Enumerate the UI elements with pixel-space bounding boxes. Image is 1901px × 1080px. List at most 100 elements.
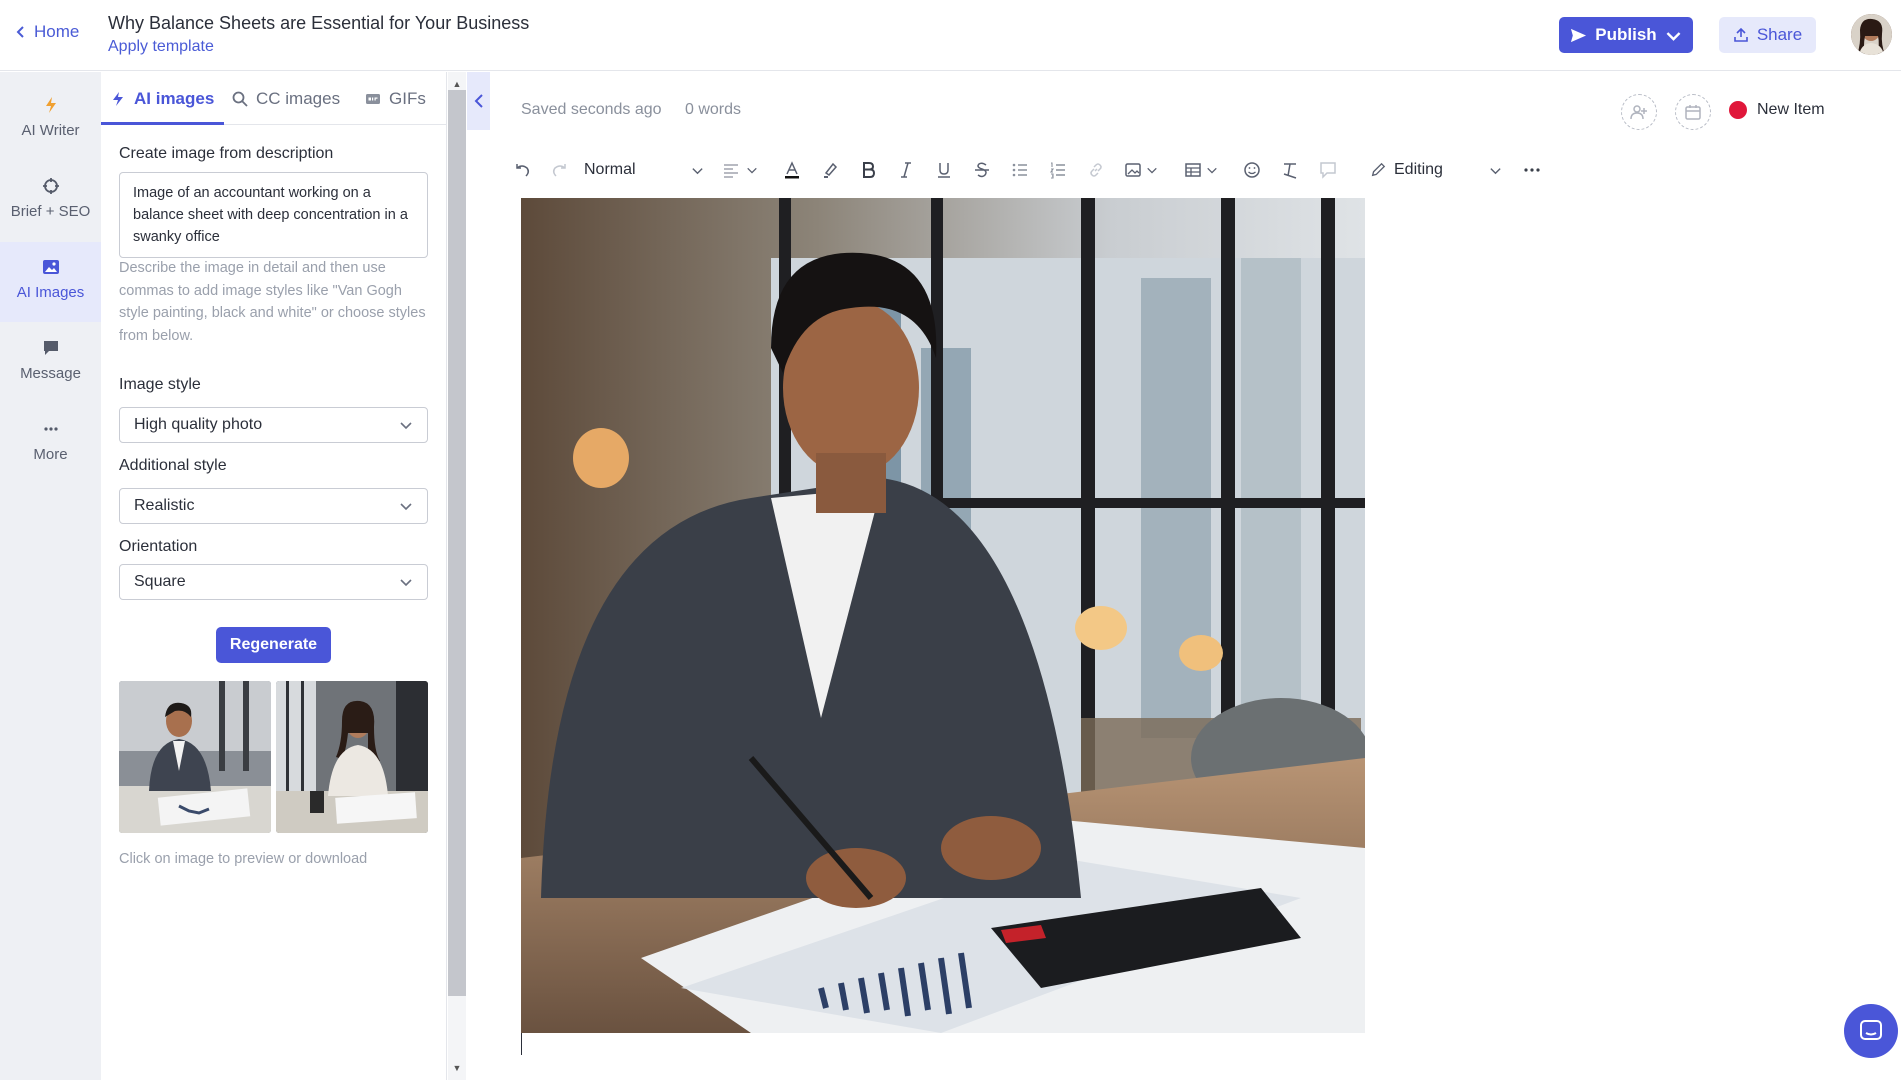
generated-image-thumbnail[interactable] [276, 681, 428, 833]
ai-images-panel: AI images CC images GIFs Create image fr… [101, 72, 447, 1080]
collapse-panel-button[interactable] [467, 72, 490, 130]
scroll-down-arrow[interactable]: ▼ [448, 1060, 466, 1076]
send-icon [1571, 28, 1587, 42]
italic-icon [901, 162, 911, 178]
rail-item-ai-images[interactable]: AI Images [0, 242, 101, 322]
publish-button[interactable]: Publish [1559, 17, 1693, 53]
tab-label: AI images [134, 89, 215, 108]
tab-ai-images[interactable]: AI images [110, 89, 214, 109]
chevron-down-icon [400, 579, 412, 587]
orientation-select[interactable]: Square [119, 564, 428, 600]
image-icon [42, 260, 59, 274]
insert-table-button[interactable] [1180, 155, 1222, 185]
generated-image-thumbnail[interactable] [119, 681, 271, 833]
home-link[interactable]: Home [14, 22, 79, 42]
left-icon-rail: AI Writer Brief + SEO AI Images Message … [0, 72, 101, 1080]
tab-cc-images[interactable]: CC images [232, 89, 340, 109]
highlight-button[interactable] [818, 155, 842, 185]
chevron-down-icon [400, 503, 412, 511]
additional-style-select[interactable]: Realistic [119, 488, 428, 524]
image-description-input[interactable]: Image of an accountant working on a bala… [119, 172, 428, 258]
apply-template-link[interactable]: Apply template [108, 38, 214, 56]
numbered-list-button[interactable] [1048, 155, 1068, 185]
share-label: Share [1756, 25, 1803, 44]
thumbnail-image-woman [276, 681, 428, 833]
inserted-image[interactable] [521, 198, 1365, 1033]
orientation-value: Square [134, 573, 186, 590]
bold-icon [863, 162, 876, 178]
panel-tabs: AI images CC images GIFs [101, 72, 447, 125]
tab-label: CC images [256, 89, 341, 108]
add-user-icon [1630, 105, 1647, 120]
crosshair-icon [42, 178, 59, 194]
strikethrough-button[interactable] [972, 155, 992, 185]
scrollbar-thumb[interactable] [448, 90, 466, 996]
orientation-label: Orientation [119, 538, 198, 555]
chevron-down-icon [400, 422, 412, 430]
bold-button[interactable] [858, 155, 878, 185]
underline-icon [938, 163, 950, 178]
search-icon [232, 91, 248, 107]
undo-icon [516, 164, 530, 177]
rail-label: Brief + SEO [10, 203, 91, 220]
rail-label: More [33, 446, 68, 463]
word-count: 0 words [685, 101, 742, 118]
additional-style-value: Realistic [134, 497, 195, 514]
rail-item-more[interactable]: More [0, 404, 101, 484]
chevron-down-icon [1207, 167, 1217, 174]
more-options-button[interactable] [1522, 155, 1542, 185]
publish-label: Publish [1595, 25, 1657, 44]
status-label: New Item [1757, 101, 1825, 118]
redo-button[interactable] [550, 155, 570, 185]
chevron-down-icon [747, 167, 757, 174]
pencil-icon [1371, 162, 1386, 177]
status-selector[interactable]: New Item [1729, 101, 1825, 119]
underline-button[interactable] [934, 155, 954, 185]
avatar-image [1851, 14, 1892, 55]
text-color-button[interactable] [780, 155, 804, 185]
rail-item-message[interactable]: Message [0, 323, 101, 403]
editing-mode-select[interactable]: Editing [1370, 155, 1510, 185]
support-chat-button[interactable] [1844, 1004, 1898, 1058]
link-button[interactable] [1086, 155, 1106, 185]
chevron-left-icon [474, 94, 483, 108]
redo-icon [552, 164, 566, 177]
document-title: Why Balance Sheets are Essential for You… [108, 13, 530, 33]
regenerate-button[interactable]: Regenerate [216, 627, 331, 663]
upload-icon [1734, 27, 1748, 42]
image-style-select[interactable]: High quality photo [119, 407, 428, 443]
undo-button[interactable] [512, 155, 532, 185]
clear-formatting-button[interactable] [1280, 155, 1300, 185]
rail-label: Message [20, 365, 81, 382]
chevron-down-icon [1666, 31, 1681, 41]
ellipsis-icon [1524, 168, 1540, 172]
paragraph-style-value: Normal [584, 161, 636, 178]
bullet-list-button[interactable] [1010, 155, 1030, 185]
thumbnail-image-man [119, 681, 271, 833]
add-collaborator-button[interactable] [1621, 94, 1657, 130]
comment-button[interactable] [1318, 155, 1338, 185]
home-label: Home [34, 22, 80, 41]
saved-status: Saved seconds ago [521, 101, 662, 118]
share-button[interactable]: Share [1719, 17, 1816, 53]
tab-gifs[interactable]: GIFs [365, 89, 426, 109]
schedule-button[interactable] [1675, 94, 1711, 130]
editing-mode-label: Editing [1394, 161, 1443, 178]
emoji-button[interactable] [1242, 155, 1262, 185]
rail-item-brief-seo[interactable]: Brief + SEO [0, 161, 101, 241]
insert-image-button[interactable] [1120, 155, 1162, 185]
comment-icon [1320, 162, 1336, 179]
clear-format-icon [1283, 163, 1297, 179]
image-style-label: Image style [119, 376, 201, 393]
paragraph-style-select[interactable]: Normal [584, 155, 704, 185]
rail-label: AI Writer [21, 122, 80, 139]
rail-item-ai-writer[interactable]: AI Writer [0, 80, 101, 160]
italic-button[interactable] [896, 155, 916, 185]
highlighter-icon [824, 162, 838, 178]
user-avatar[interactable] [1851, 14, 1892, 55]
description-help-text: Describe the image in detail and then us… [119, 260, 426, 344]
align-button[interactable] [720, 155, 760, 185]
numbered-list-icon [1049, 162, 1065, 179]
calendar-icon [1685, 105, 1701, 120]
bolt-icon [45, 97, 56, 113]
